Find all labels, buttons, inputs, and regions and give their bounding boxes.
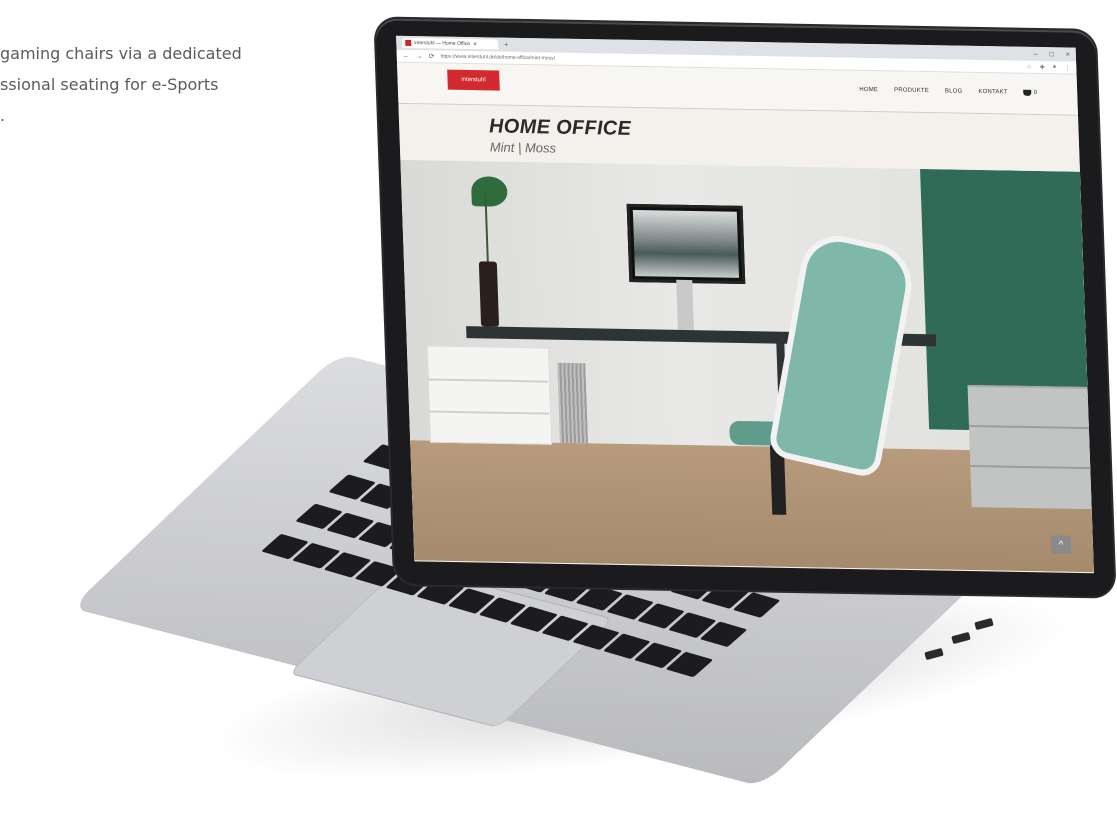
star-icon[interactable]: ☆ — [1026, 63, 1032, 70]
site-logo[interactable]: interstuhl — [447, 69, 500, 91]
monitor — [626, 203, 746, 284]
monitor-stand — [676, 279, 694, 331]
nav-item-blog[interactable]: BLOG — [945, 88, 963, 94]
minimize-button[interactable]: – — [1034, 50, 1038, 57]
extension-icons: ☆ ✚ ● ⋮ — [1026, 63, 1070, 71]
scroll-to-top-button[interactable]: ^ — [1050, 535, 1072, 554]
tab-title: interstuhl — Home Office — [414, 40, 471, 48]
nav-item-produkte[interactable]: PRODUKTE — [894, 87, 929, 94]
laptop: interstuhl — Home Office × + – □ × ← → ⟳… — [0, 0, 1117, 821]
tab-close-icon[interactable]: × — [473, 41, 477, 48]
maximize-button[interactable]: □ — [1049, 51, 1053, 58]
browser-tab[interactable]: interstuhl — Home Office × — [402, 37, 499, 50]
dresser — [967, 384, 1092, 510]
nav-item-kontakt[interactable]: KONTAKT — [978, 89, 1007, 96]
vase — [478, 261, 500, 327]
main-nav: HOME PRODUKTE BLOG KONTAKT 0 — [859, 87, 1037, 96]
window-controls: – □ × — [1034, 50, 1070, 58]
monitor-screen — [632, 209, 740, 278]
favicon-icon — [405, 39, 412, 47]
cart-button[interactable]: 0 — [1023, 89, 1038, 96]
nav-item-home[interactable]: HOME — [859, 87, 878, 93]
url-field[interactable]: https://www.interstuhl.de/de/home-office… — [440, 54, 555, 62]
cart-icon — [1023, 89, 1032, 96]
cart-count: 0 — [1033, 89, 1038, 96]
hero-image: ^ — [400, 159, 1094, 573]
back-icon[interactable]: ← — [403, 52, 410, 59]
browser-window: interstuhl — Home Office × + – □ × ← → ⟳… — [396, 35, 1094, 574]
close-window-button[interactable]: × — [1066, 51, 1070, 58]
profile-icon[interactable]: ● — [1053, 64, 1057, 71]
cabinet — [426, 345, 553, 445]
page-subtitle: Mint | Moss — [489, 139, 557, 156]
plant-leaf — [470, 176, 508, 207]
extension-icon[interactable]: ✚ — [1040, 64, 1045, 71]
pc-tower — [557, 362, 589, 444]
page-title: HOME OFFICE — [488, 115, 632, 140]
forward-icon[interactable]: → — [416, 53, 423, 60]
menu-icon[interactable]: ⋮ — [1064, 64, 1070, 71]
reload-icon[interactable]: ⟳ — [429, 52, 435, 60]
new-tab-button[interactable]: + — [504, 41, 508, 48]
